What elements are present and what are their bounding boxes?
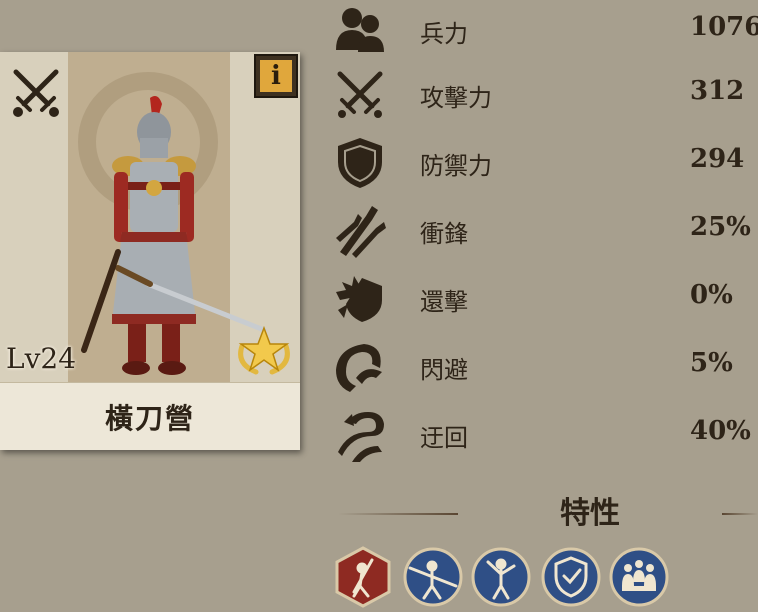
shield-formation-trait-icon[interactable]	[540, 546, 602, 608]
crossed-swords-icon	[13, 69, 59, 117]
stat-row-evasion: 閃避 5%	[332, 338, 758, 398]
warrior-trait-icon[interactable]	[470, 546, 532, 608]
charge-arrows-icon	[336, 206, 386, 258]
stat-value-attack: 312	[690, 76, 745, 106]
stat-label-evasion: 閃避	[420, 356, 468, 384]
stat-value-counter: 0%	[690, 280, 733, 310]
stat-value-charge: 25%	[690, 212, 751, 242]
evasion-icon	[336, 344, 382, 392]
charge-breaker-trait-icon[interactable]	[402, 546, 464, 608]
troops-icon	[336, 8, 384, 52]
traits-divider-right	[722, 513, 758, 515]
traits-divider-left	[338, 513, 458, 515]
unit-level: Lv24	[6, 342, 77, 375]
stat-row-attack: 攻擊力 312	[332, 66, 758, 126]
stat-label-flanking: 迂回	[420, 424, 468, 452]
stat-row-counter: 還擊 0%	[332, 270, 758, 330]
crossed-swords-icon	[337, 71, 383, 118]
unit-name: 橫刀營	[0, 382, 300, 450]
stat-value-defense: 294	[690, 144, 745, 174]
unit-card[interactable]: i Lv24 橫刀營	[0, 52, 300, 450]
squad-trait-icon[interactable]	[608, 546, 670, 608]
stat-row-flanking: 迂回 40%	[332, 406, 758, 466]
stat-value-evasion: 5%	[690, 348, 733, 378]
info-icon: i	[260, 60, 292, 92]
stat-label-charge: 衝鋒	[420, 220, 468, 248]
stat-label-counter: 還擊	[420, 288, 468, 316]
shield-icon	[338, 138, 382, 188]
traits-title: 特性	[560, 496, 620, 531]
counter-strike-icon	[336, 276, 382, 322]
stat-row-troops: 兵力 1076	[332, 2, 758, 62]
stat-row-charge: 衝鋒 25%	[332, 202, 758, 262]
flanking-icon	[338, 412, 384, 462]
gold-star-laurel-icon	[238, 325, 290, 375]
stat-label-troops: 兵力	[420, 20, 468, 48]
swordsman-trait-icon[interactable]	[332, 546, 394, 608]
stat-value-flanking: 40%	[690, 416, 751, 446]
stat-value-troops: 1076	[690, 12, 758, 42]
stat-label-attack: 攻擊力	[420, 84, 492, 112]
stat-row-defense: 防禦力 294	[332, 134, 758, 194]
stat-label-defense: 防禦力	[420, 152, 492, 180]
